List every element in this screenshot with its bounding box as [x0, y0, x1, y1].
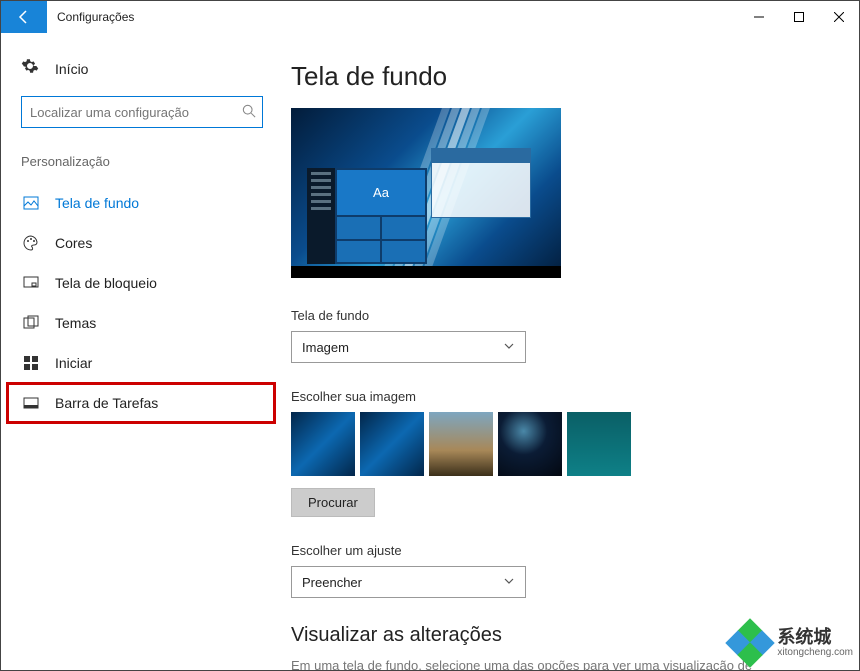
watermark-cn: 系统城	[777, 628, 853, 648]
preview-tile-aa: Aa	[337, 170, 425, 215]
taskbar-icon	[21, 395, 41, 411]
window-title: Configurações	[47, 10, 134, 24]
browse-button[interactable]: Procurar	[291, 488, 375, 517]
choose-image-label: Escolher sua imagem	[291, 389, 829, 404]
sidebar-item-themes[interactable]: Temas	[1, 303, 281, 343]
background-dropdown-value: Imagem	[302, 340, 349, 355]
background-dropdown[interactable]: Imagem	[291, 331, 526, 363]
gear-icon	[21, 57, 41, 80]
thumbnail-2[interactable]	[360, 412, 424, 476]
picture-icon	[21, 195, 41, 211]
themes-icon	[21, 315, 41, 331]
maximize-button[interactable]	[779, 1, 819, 33]
lockscreen-icon	[21, 275, 41, 291]
titlebar: Configurações	[1, 1, 859, 33]
chevron-down-icon	[503, 340, 515, 355]
sidebar-item-label: Iniciar	[55, 355, 92, 371]
fit-field-label: Escolher um ajuste	[291, 543, 829, 558]
sidebar-item-label: Tela de bloqueio	[55, 275, 157, 291]
sidebar-item-colors[interactable]: Cores	[1, 223, 281, 263]
thumbnail-1[interactable]	[291, 412, 355, 476]
palette-icon	[21, 235, 41, 251]
start-icon	[21, 355, 41, 371]
preview-start-menu: Aa	[307, 168, 427, 264]
main-content: Tela de fundo Aa Tela de fundo Imagem Es…	[281, 33, 859, 670]
watermark-en: xitongcheng.com	[777, 647, 853, 658]
sidebar: Início Personalização Tela de fundo Core…	[1, 33, 281, 670]
sidebar-item-label: Barra de Tarefas	[55, 395, 158, 411]
sidebar-item-background[interactable]: Tela de fundo	[1, 183, 281, 223]
home-label: Início	[55, 61, 88, 77]
page-heading: Tela de fundo	[291, 61, 829, 92]
sidebar-item-start[interactable]: Iniciar	[1, 343, 281, 383]
category-label: Personalização	[1, 148, 281, 183]
image-thumbnails	[291, 412, 829, 476]
sidebar-item-label: Tela de fundo	[55, 195, 139, 211]
home-link[interactable]: Início	[1, 53, 281, 96]
search-input[interactable]	[30, 105, 242, 120]
chevron-down-icon	[503, 575, 515, 590]
section-description: Em uma tela de fundo, selecione uma das …	[291, 657, 771, 670]
minimize-button[interactable]	[739, 1, 779, 33]
desktop-preview: Aa	[291, 108, 561, 278]
thumbnail-4[interactable]	[498, 412, 562, 476]
preview-taskbar	[291, 266, 561, 278]
close-button[interactable]	[819, 1, 859, 33]
search-box[interactable]	[21, 96, 263, 128]
sidebar-item-taskbar[interactable]: Barra de Tarefas	[7, 383, 275, 423]
background-field-label: Tela de fundo	[291, 308, 829, 323]
thumbnail-3[interactable]	[429, 412, 493, 476]
sidebar-item-lockscreen[interactable]: Tela de bloqueio	[1, 263, 281, 303]
watermark-logo-icon	[729, 622, 771, 664]
back-button[interactable]	[1, 1, 47, 33]
fit-dropdown[interactable]: Preencher	[291, 566, 526, 598]
preview-window	[431, 148, 531, 218]
thumbnail-5[interactable]	[567, 412, 631, 476]
search-icon	[242, 104, 256, 121]
sidebar-item-label: Temas	[55, 315, 96, 331]
watermark: 系统城 xitongcheng.com	[729, 622, 853, 664]
fit-dropdown-value: Preencher	[302, 575, 362, 590]
sidebar-item-label: Cores	[55, 235, 92, 251]
